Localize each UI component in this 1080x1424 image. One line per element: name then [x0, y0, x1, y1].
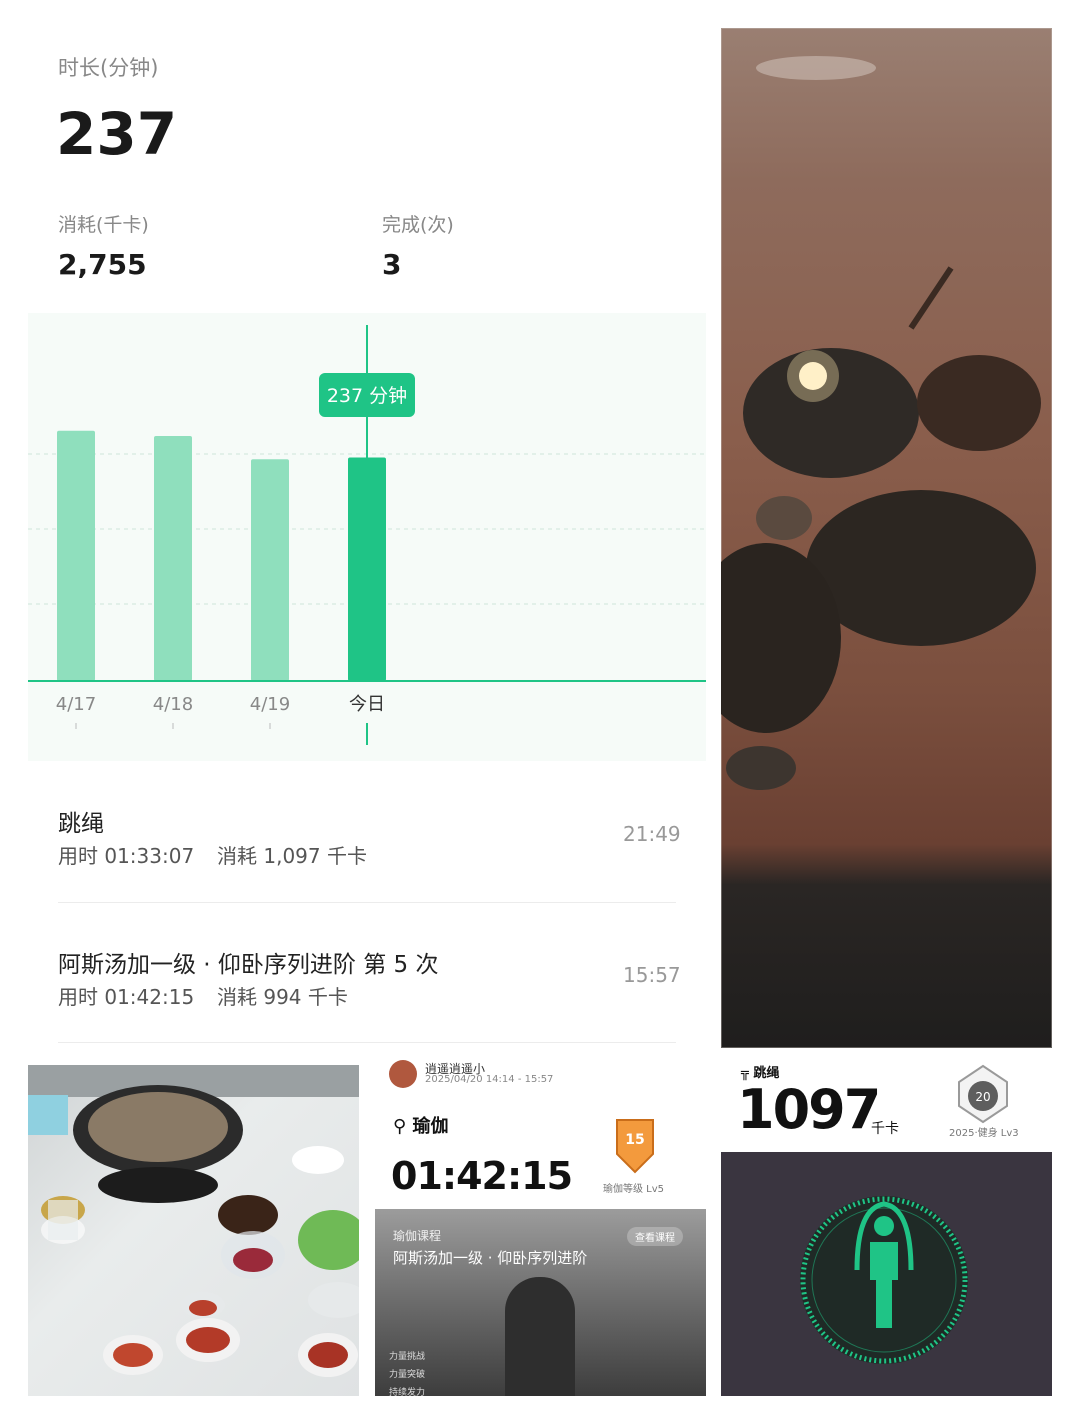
chart-bar	[251, 459, 289, 681]
record-calories: 消耗 994 千卡	[217, 985, 348, 1009]
record-calories: 消耗 1,097 千卡	[217, 844, 367, 868]
turtle-photo	[721, 28, 1052, 1048]
yoga-duration: 01:42:15	[391, 1154, 573, 1198]
yoga-level-number: 15	[625, 1132, 644, 1148]
record-time: 21:49	[623, 822, 681, 846]
course-item: 力量挑战	[389, 1352, 426, 1362]
chart-tick-label: 4/19	[250, 694, 290, 715]
course-name: 阿斯汤加一级 · 仰卧序列进阶	[393, 1249, 588, 1267]
yoga-sport-row: ⚲ 瑜伽	[393, 1112, 448, 1138]
record-divider	[58, 1042, 676, 1043]
course-item: 持续发力	[389, 1388, 426, 1396]
jump-rope-banner	[721, 1152, 1052, 1396]
meal-illustration	[28, 1065, 359, 1377]
yoga-level-label: 瑜伽等级 Lv5	[603, 1184, 665, 1195]
calories-label: 消耗(千卡)	[58, 214, 149, 236]
jump-calories-unit: 千卡	[871, 1121, 899, 1137]
record-title[interactable]: 阿斯汤加一级 · 仰卧序列进阶 第 5 次	[58, 945, 439, 979]
duration-label: 时长(分钟)	[58, 56, 159, 80]
jump-rope-share-card: ╦ 跳绳 1097 千卡 20 2025·健身 Lv3	[721, 1052, 1052, 1396]
chart-bar	[154, 435, 192, 681]
turtle-illustration	[721, 28, 1052, 1048]
duration-bar-chart[interactable]: 4/17 4/18 4/19 今日 237 分钟	[28, 313, 706, 761]
badge-label: 2025·健身 Lv3	[949, 1128, 1019, 1139]
avatar	[389, 1060, 417, 1088]
chart-svg: 4/17 4/18 4/19 今日 237 分钟	[28, 325, 706, 745]
chart-tick-label: 4/17	[56, 694, 96, 715]
yoga-course-banner[interactable]: 瑜伽课程 查看课程 阿斯汤加一级 · 仰卧序列进阶 力量挑战 力量突破 持续发力	[375, 1209, 706, 1396]
jump-calories: 1097	[737, 1078, 881, 1141]
course-tag: 瑜伽课程	[393, 1229, 442, 1243]
yoga-person-figure	[505, 1277, 575, 1396]
duration-value: 237	[56, 100, 178, 168]
meal-photo	[28, 1065, 359, 1396]
chart-tick-label: 今日	[349, 694, 385, 715]
chart-bar	[57, 430, 95, 681]
record-title[interactable]: 跳绳	[58, 804, 104, 838]
chart-tooltip-label: 237 分钟	[327, 385, 407, 407]
record-time: 15:57	[623, 963, 681, 987]
yoga-sport-label: 瑜伽	[412, 1116, 449, 1137]
yoga-level-badge-icon: 15	[616, 1119, 654, 1174]
yoga-datetime: 2025/04/20 14:14 - 15:57	[425, 1074, 554, 1085]
view-course-button[interactable]: 查看课程	[627, 1227, 683, 1246]
chart-tick-label: 4/18	[153, 694, 193, 715]
record-duration: 用时 01:33:07	[58, 844, 195, 868]
record-duration: 用时 01:42:15	[58, 985, 195, 1009]
course-item: 力量突破	[389, 1370, 426, 1380]
completed-value: 3	[382, 248, 402, 281]
completed-label: 完成(次)	[382, 214, 454, 236]
yoga-share-card: 逍遥逍遥小 2025/04/20 14:14 - 15:57 ⚲ 瑜伽 01:4…	[375, 1052, 706, 1396]
chart-bar	[348, 457, 386, 681]
record-divider	[58, 902, 676, 903]
calories-value: 2,755	[58, 248, 147, 281]
fitness-badge-icon: 20	[958, 1064, 1008, 1124]
jump-rope-graphic	[800, 1196, 968, 1364]
badge-number: 20	[975, 1090, 990, 1104]
yoga-icon: ⚲	[393, 1116, 407, 1137]
